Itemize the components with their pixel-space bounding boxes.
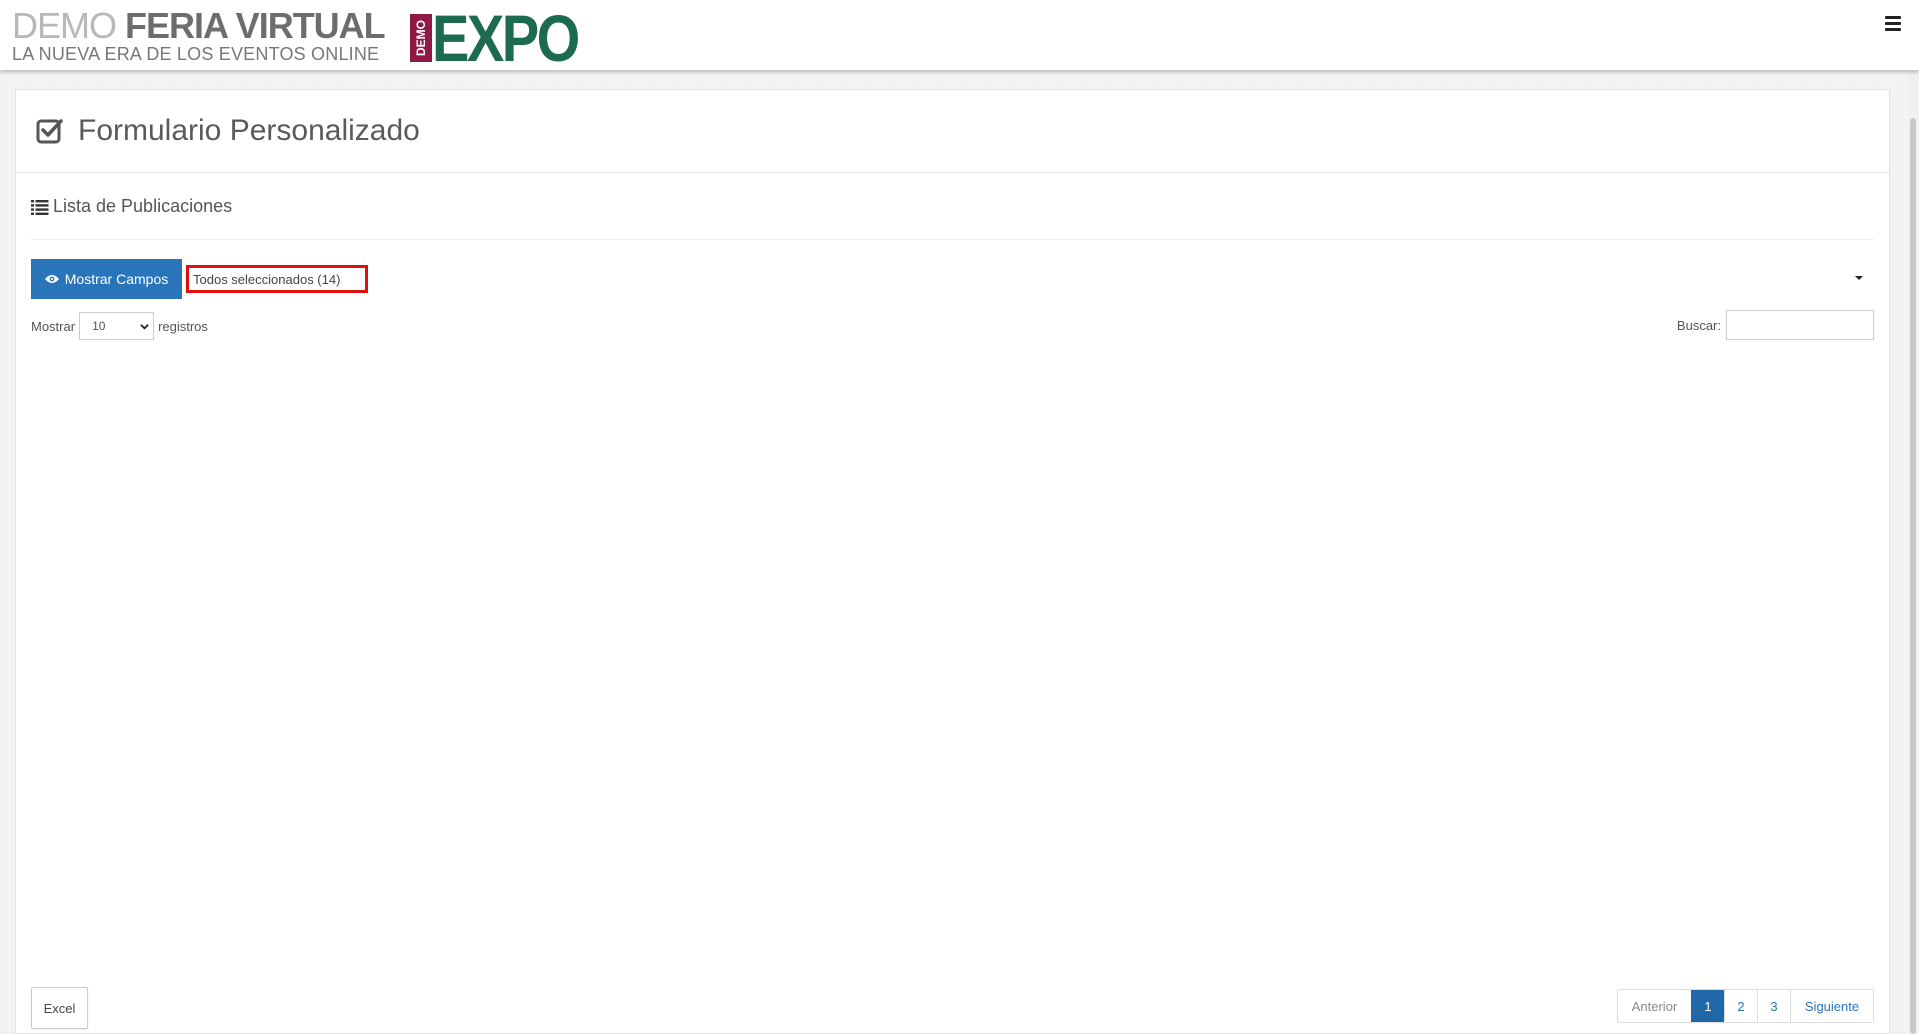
main-card: Formulario Personalizado Lista de Public… (15, 89, 1890, 1034)
multiselect-value: Todos seleccionados (14) (186, 265, 368, 293)
brand-logo[interactable]: DEMO FERIA VIRTUAL LA NUEVA ERA DE LOS E… (12, 5, 386, 65)
page-scrollbar[interactable] (1907, 70, 1919, 1034)
brand-feria-text: FERIA VIRTUAL (125, 5, 386, 46)
pagination-page-3[interactable]: 3 (1757, 990, 1790, 1022)
pagination-prev[interactable]: Anterior (1618, 990, 1691, 1022)
length-records-label: registros (158, 318, 208, 334)
brand-demo-text: DEMO (12, 5, 117, 46)
scrollbar-thumb[interactable] (1910, 118, 1916, 1034)
search-control: Buscar: (1677, 310, 1874, 340)
expo-logo-text: EXPO (432, 1, 580, 75)
pagination: Anterior 1 2 3 Siguiente (1617, 989, 1874, 1023)
fields-multiselect[interactable]: Todos seleccionados (14) (186, 265, 1873, 293)
card-header: Formulario Personalizado (16, 90, 1889, 173)
section-header: Lista de Publicaciones (31, 174, 1874, 240)
show-fields-label: Mostrar Campos (64, 271, 169, 287)
brand-name: DEMO FERIA VIRTUAL (12, 5, 386, 46)
show-fields-button[interactable]: Mostrar Campos (31, 259, 182, 299)
chevron-down-icon (140, 324, 149, 330)
length-show-label: Mostrar (31, 318, 76, 334)
list-icon (31, 199, 49, 215)
section-title: Lista de Publicaciones (53, 196, 233, 216)
brand-tagline: LA NUEVA ERA DE LOS EVENTOS ONLINE (12, 44, 380, 64)
length-select-value: 10 (92, 319, 106, 333)
search-label: Buscar: (1676, 317, 1721, 333)
top-header: DEMO FERIA VIRTUAL LA NUEVA ERA DE LOS E… (0, 0, 1919, 75)
pagination-page-1[interactable]: 1 (1691, 990, 1724, 1022)
excel-button[interactable]: Excel (31, 987, 88, 1029)
expo-logo-demo-bar: DEMO (410, 14, 432, 62)
expo-logo-demo-text: DEMO (414, 20, 428, 56)
search-input[interactable] (1726, 310, 1874, 340)
eye-icon (44, 275, 59, 283)
checkbox-icon (36, 119, 63, 144)
caret-down-icon (1855, 276, 1863, 280)
length-select[interactable]: 10 (79, 312, 155, 340)
expo-logo[interactable]: DEMO EXPO (410, 1, 603, 75)
length-control: Mostrar 10 registros (31, 312, 208, 340)
pagination-page-2[interactable]: 2 (1724, 990, 1757, 1022)
pagination-next[interactable]: Siguiente (1790, 990, 1873, 1022)
hamburger-menu-icon[interactable] (1885, 16, 1901, 34)
page-title: Formulario Personalizado (78, 114, 420, 147)
